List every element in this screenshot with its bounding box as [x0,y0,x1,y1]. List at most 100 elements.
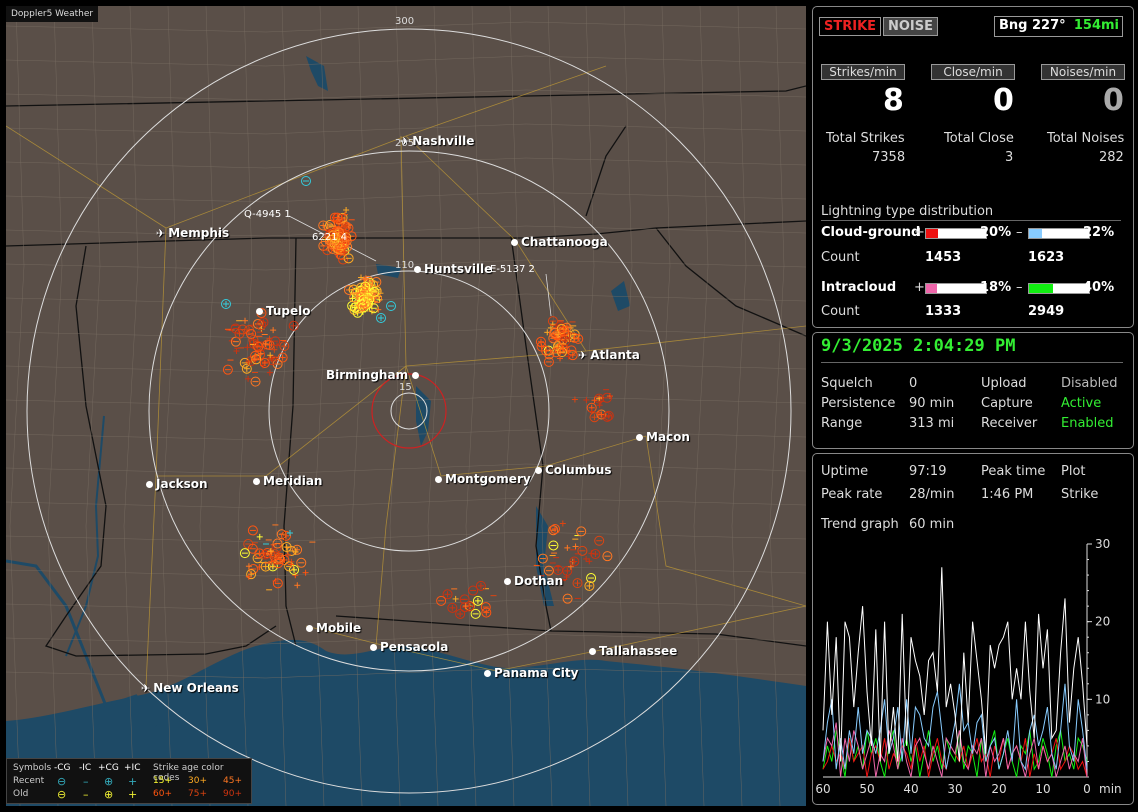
y-tick-label: 10 [1095,692,1110,706]
strike-symbol [233,348,240,355]
range-label-110: 110 [395,260,415,271]
ic-positive-count: 1333 [925,304,962,319]
persistence-label: Persistence [821,396,896,411]
strike-symbol [296,557,307,568]
app-title: Doppler5 Weather [6,6,99,22]
city-atlanta: ✈ Atlanta [578,348,640,362]
noise-button[interactable]: NOISE [883,17,939,36]
county-line [6,293,806,305]
city-label: Montgomery [445,472,531,486]
ic-positive-bar [925,283,987,294]
city-tupelo: Tupelo [256,304,311,318]
distance-value: 154mi [1073,18,1119,33]
strike-counter-panel: STRIKE NOISE Bng 227° 154mi Strikes/min … [812,6,1134,328]
city-label: Tupelo [266,304,311,318]
legend-recent-label: Recent [13,776,45,786]
cg-negative-fill [1029,229,1043,238]
cg-minus-sign: – [1016,225,1023,240]
ic-positive-fill [926,284,937,293]
legend-header: -IC [79,763,92,773]
settings-panel: 9/3/2025 2:04:29 PM Squelch 0 Upload Dis… [812,332,1134,449]
range-label-205: 205 [395,138,415,149]
strike-symbol [590,549,601,560]
strike-symbol [270,327,277,334]
city-label: Tallahassee [599,644,678,658]
strike-symbol [294,582,301,589]
airport-icon: ✈ [578,349,588,362]
strike-symbol [436,595,447,606]
city-dot-icon [370,644,377,651]
capture-value: Active [1061,396,1102,411]
city-label: Jackson [156,477,208,491]
county-line [9,6,25,806]
x-tick-label: 0 [1083,782,1091,796]
city-dot-icon [306,625,313,632]
city-dot-icon [504,578,511,585]
city-huntsville: Huntsville [414,262,492,276]
state-border [6,85,806,107]
total-strikes-value: 7358 [872,150,906,165]
y-tick-label: 20 [1095,615,1110,629]
strike-symbol [222,364,233,375]
city-label: Macon [646,430,690,444]
recent-neg-ic-icon: – [83,775,89,788]
county-line [6,327,806,339]
ic-count-label: Count [821,304,860,319]
x-axis-label: min [1099,782,1122,796]
strike-symbol [455,608,466,619]
city-panama-city: Panama City [484,666,578,680]
strike-symbol [301,176,311,186]
x-tick-label: 20 [991,782,1006,796]
city-dothan: Dothan [504,574,563,588]
strike-symbol [535,336,546,347]
trend-panel: Uptime 97:19 Peak time Plot Peak rate 28… [812,453,1134,805]
city-label: Columbus [545,463,612,477]
city-label: Birmingham [326,368,409,382]
upload-value: Disabled [1061,376,1118,391]
projection-label: 6221 4 [312,232,347,243]
city-mobile: Mobile [306,621,361,635]
city-dot-icon [253,478,260,485]
strike-symbol [271,346,278,353]
strike-symbol [376,313,386,323]
cloud-ground-label: Cloud-ground [821,225,921,240]
projection-label: E-5137 2 [490,264,535,275]
city-label: Dothan [514,574,564,588]
strikes-per-min-header: Strikes/min [821,64,905,80]
capture-label: Capture [981,396,1033,411]
strike-symbol [572,578,583,589]
city-label: Chattanooga [521,235,608,249]
highway [645,435,806,607]
city-label: Mobile [316,621,362,635]
strike-symbol [302,569,309,576]
strike-symbol [242,317,249,324]
county-line [6,225,806,237]
legend-header: +IC [124,763,141,773]
range-label: Range [821,416,863,431]
city-label: Memphis [168,226,230,240]
county-line [6,497,806,509]
strike-button[interactable]: STRIKE [819,17,882,36]
total-close-value: 3 [1005,150,1014,165]
city-dot-icon [589,648,596,655]
radar-map[interactable]: Doppler5 Weather ✈ Nashville ✈ Memphis Chatt… [6,6,806,806]
strikes-per-min-value: 8 [883,83,904,118]
old-neg-ic-icon: – [83,788,89,801]
ic-positive-percent: 18% [980,280,1012,295]
cg-positive-fill [926,229,938,238]
strike-symbol [480,602,491,613]
age-code: 60+ [153,789,172,799]
cg-positive-count: 1453 [925,250,962,265]
strike-symbol [564,544,571,551]
recent-pos-cg-icon: ⊕ [104,775,114,788]
strike-symbol [386,301,396,311]
x-tick-label: 60 [815,782,830,796]
bearing-box: Bng 227° 154mi [994,16,1123,37]
ring-110 [268,270,550,552]
county-line [6,395,806,407]
strike-symbol [343,206,350,213]
city-label: Nashville [412,134,475,148]
age-code: 90+ [223,789,242,799]
strike-symbol [266,369,273,376]
city-tallahassee: Tallahassee [589,644,677,658]
